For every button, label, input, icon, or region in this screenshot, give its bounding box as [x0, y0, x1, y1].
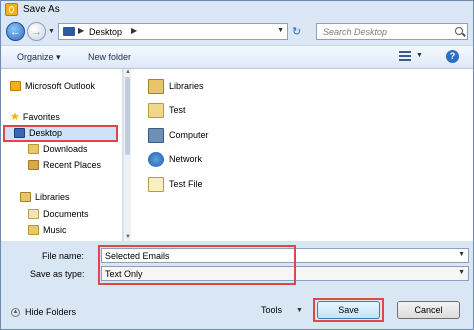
sidebar-item-favorites[interactable]: ★ Favorites: [10, 110, 60, 124]
help-icon[interactable]: ?: [446, 50, 459, 63]
sidebar-item-label: Favorites: [22, 112, 60, 122]
file-name-dropdown-icon[interactable]: ▼: [458, 251, 465, 258]
new-folder-button[interactable]: New folder: [88, 52, 131, 62]
hide-folders-label: Hide Folders: [25, 307, 77, 317]
search-input[interactable]: Search Desktop: [316, 23, 468, 40]
sidebar-item-documents[interactable]: Documents: [28, 207, 89, 221]
forward-button[interactable]: →: [27, 22, 46, 41]
recent-places-icon: [28, 160, 39, 170]
views-dropdown-icon[interactable]: ▼: [416, 52, 423, 59]
command-bar: Organize ▾ New folder ▼ ?: [1, 45, 473, 69]
sidebar-item-microsoft-outlook[interactable]: Microsoft Outlook: [10, 79, 95, 93]
tools-dropdown-icon[interactable]: ▼: [296, 307, 303, 314]
file-list: Libraries Test Computer Network Test Fil…: [131, 69, 473, 241]
recent-locations-dropdown-icon[interactable]: ▼: [48, 28, 55, 35]
file-name-label: File name:: [42, 251, 85, 261]
list-item-label: Test: [169, 105, 186, 115]
navigation-pane: Microsoft Outlook ★ Favorites Desktop Do…: [1, 69, 123, 241]
address-dropdown-icon[interactable]: ▼: [277, 27, 284, 34]
sidebar-item-libraries[interactable]: Libraries: [20, 190, 70, 204]
save-as-type-dropdown-icon[interactable]: ▼: [458, 269, 465, 276]
desktop-icon: [14, 128, 25, 138]
list-item-test-file[interactable]: Test File: [148, 175, 203, 193]
hide-folders-button[interactable]: ▲ Hide Folders: [11, 307, 76, 317]
downloads-icon: [28, 144, 39, 154]
breadcrumb-chevron-icon[interactable]: ▶: [78, 26, 84, 35]
list-item-label: Test File: [169, 179, 203, 189]
tools-button[interactable]: Tools: [261, 305, 282, 315]
breadcrumb-desktop[interactable]: Desktop: [89, 27, 122, 37]
list-item-label: Network: [169, 154, 203, 164]
save-as-dialog: Save As ← → ▼ ▶ Desktop ▶ ▼ ↻ Search Des…: [0, 0, 474, 330]
computer-icon: [148, 127, 164, 143]
save-button[interactable]: Save: [317, 301, 380, 319]
file-name-input[interactable]: Selected Emails ▼: [101, 248, 469, 263]
list-item-test[interactable]: Test: [148, 101, 186, 119]
libraries-icon: [20, 192, 31, 202]
sidebar-item-label: Desktop: [29, 128, 63, 138]
list-item-label: Computer: [169, 130, 209, 140]
file-name-value: Selected Emails: [105, 251, 170, 261]
sidebar-item-label: Recent Places: [43, 160, 102, 170]
address-row: ← → ▼ ▶ Desktop ▶ ▼ ↻ Search Desktop: [1, 19, 473, 45]
organize-label: Organize: [17, 52, 54, 62]
file-icon: [148, 176, 164, 192]
sidebar-item-label: Music: [43, 225, 67, 235]
save-as-type-select[interactable]: Text Only ▼: [101, 266, 469, 281]
list-item-label: Libraries: [169, 81, 204, 91]
save-as-type-label: Save as type:: [30, 269, 85, 279]
back-button[interactable]: ←: [6, 22, 25, 41]
music-icon: [28, 225, 39, 235]
forward-arrow-icon: →: [31, 25, 42, 38]
outlook-app-icon: [5, 3, 18, 16]
search-icon[interactable]: [455, 27, 463, 35]
sidebar-item-recent-places[interactable]: Recent Places: [28, 158, 101, 172]
network-icon: [148, 151, 164, 167]
views-icon[interactable]: [399, 51, 411, 62]
list-item-libraries[interactable]: Libraries: [148, 77, 204, 95]
window-title: Save As: [23, 4, 60, 15]
navigation-scrollbar[interactable]: ▲ ▼: [123, 69, 131, 241]
address-bar[interactable]: ▶ Desktop ▶ ▼: [58, 23, 288, 40]
list-item-computer[interactable]: Computer: [148, 126, 209, 144]
libraries-icon: [148, 78, 164, 94]
save-form: File name: Selected Emails ▼ Save as typ…: [1, 241, 473, 329]
title-bar: Save As: [1, 1, 473, 19]
sidebar-item-label: Documents: [43, 209, 89, 219]
back-arrow-icon: ←: [10, 25, 21, 38]
search-placeholder: Search Desktop: [323, 27, 388, 37]
documents-icon: [28, 209, 39, 219]
sidebar-item-desktop[interactable]: Desktop: [14, 126, 62, 140]
folder-icon: [148, 102, 164, 118]
star-icon: ★: [10, 111, 20, 123]
outlook-icon: [10, 81, 21, 91]
breadcrumb-chevron-icon[interactable]: ▶: [131, 26, 137, 35]
list-item-network[interactable]: Network: [148, 150, 202, 168]
organize-button[interactable]: Organize ▾: [17, 52, 61, 63]
chevron-up-icon: ▲: [11, 307, 20, 317]
sidebar-item-label: Microsoft Outlook: [25, 81, 96, 91]
sidebar-item-downloads[interactable]: Downloads: [28, 142, 88, 156]
save-as-type-value: Text Only: [105, 269, 143, 279]
refresh-icon[interactable]: ↻: [292, 25, 301, 38]
cancel-button[interactable]: Cancel: [397, 301, 460, 319]
sidebar-item-music[interactable]: Music: [28, 223, 67, 237]
scrollbar-thumb[interactable]: [125, 77, 130, 155]
sidebar-item-label: Downloads: [43, 144, 88, 154]
chevron-down-icon: ▾: [56, 52, 61, 62]
sidebar-item-label: Libraries: [35, 192, 70, 202]
desktop-location-icon: [63, 27, 75, 36]
